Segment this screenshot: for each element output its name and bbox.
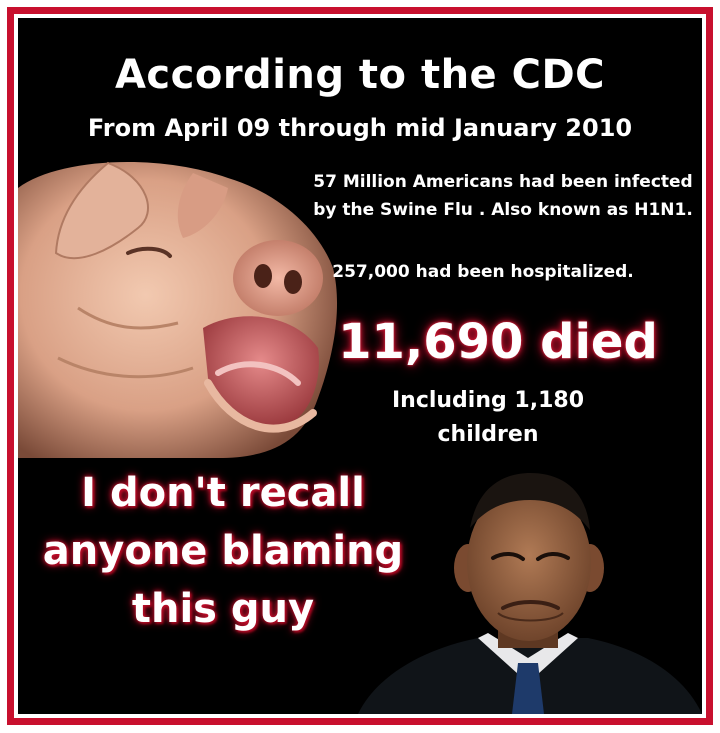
quote-text: I don't recall anyone blaming this guy xyxy=(42,470,404,632)
deaths-fact: 11,690 died xyxy=(338,314,658,370)
meme-panel: According to the CDC From April 09 throu… xyxy=(18,18,702,714)
page-subtitle: From April 09 through mid January 2010 xyxy=(87,114,633,142)
meme-frame: According to the CDC From April 09 throu… xyxy=(0,0,720,733)
infected-fact: 57 Million Americans had been infected b… xyxy=(313,172,693,220)
hospitalized-fact: 257,000 had been hospitalized. xyxy=(332,262,634,282)
page-title: According to the CDC xyxy=(114,52,606,98)
children-fact: Including 1,180 children xyxy=(391,388,585,447)
